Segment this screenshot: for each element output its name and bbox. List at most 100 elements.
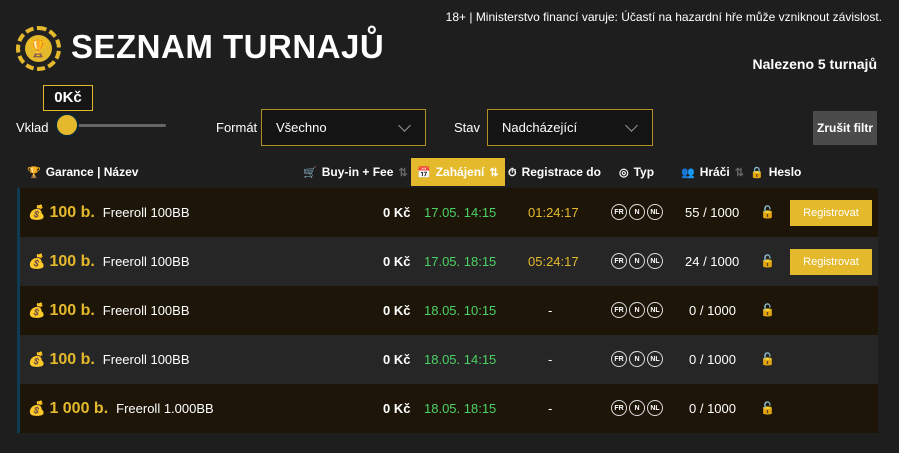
guarantee-cell: 💰 100 b. Freeroll 100BB bbox=[28, 286, 190, 335]
registration-deadline: 01:24:17 bbox=[528, 205, 579, 220]
guarantee-value: 100 b. bbox=[49, 351, 95, 368]
type-badge: FR bbox=[611, 351, 627, 367]
guarantee-cell: 💰 100 b. Freeroll 100BB bbox=[28, 335, 190, 384]
type-badge: NL bbox=[647, 400, 663, 416]
col-registration: ⏱ Registrace do bbox=[508, 158, 601, 186]
stav-select[interactable]: Nadcházející bbox=[487, 109, 653, 146]
money-bag-icon: 💰 bbox=[28, 302, 46, 318]
sort-icon: ⇅ bbox=[734, 167, 744, 179]
tournament-name[interactable]: Freeroll 100BB bbox=[103, 205, 190, 220]
type-badge: N bbox=[629, 302, 645, 318]
vklad-slider-thumb[interactable] bbox=[55, 113, 79, 137]
trophy-icon: 🏆 bbox=[27, 167, 41, 179]
col-start[interactable]: 📅 Zahájení ⇅ bbox=[411, 158, 505, 186]
guarantee-value: 1 000 b. bbox=[49, 400, 109, 417]
registration-deadline: - bbox=[548, 303, 553, 318]
cart-icon: 🛒 bbox=[303, 167, 317, 179]
type-badge: NL bbox=[647, 204, 663, 220]
vklad-value-box: 0Kč bbox=[43, 85, 93, 111]
type-badges: FR N NL bbox=[611, 400, 663, 417]
money-bag-icon: 💰 bbox=[28, 351, 46, 367]
type-badge: N bbox=[629, 400, 645, 416]
guarantee-value: 100 b. bbox=[49, 204, 95, 221]
tournament-name[interactable]: Freeroll 100BB bbox=[103, 303, 190, 318]
type-badge: FR bbox=[611, 204, 627, 220]
players-count: 55 / 1000 bbox=[685, 205, 740, 220]
tournament-name[interactable]: Freeroll 100BB bbox=[103, 352, 190, 367]
players-count: 0 / 1000 bbox=[689, 352, 736, 367]
col-password: 🔒 Heslo bbox=[750, 158, 801, 186]
table-row[interactable]: 💰 1 000 b. Freeroll 1.000BB 0 Kč 18.05. 18:1… bbox=[17, 384, 878, 433]
lock-icon: 🔒 bbox=[750, 167, 764, 179]
vklad-label: Vklad bbox=[16, 120, 49, 135]
reset-filter-button[interactable]: Zrušit filtr bbox=[813, 111, 877, 145]
type-badge: NL bbox=[647, 351, 663, 367]
register-button[interactable]: Registrovat bbox=[790, 200, 872, 226]
unlock-icon: 🔓 bbox=[760, 205, 775, 219]
unlock-icon: 🔓 bbox=[760, 303, 775, 317]
trophy-icon: 🏆 bbox=[25, 35, 52, 62]
type-badge: NL bbox=[647, 302, 663, 318]
table-row[interactable]: 💰 100 b. Freeroll 100BB 0 Kč 17.05. 18:15 05:… bbox=[17, 237, 878, 286]
sort-icon: ⇅ bbox=[398, 167, 408, 179]
type-badge: FR bbox=[611, 400, 627, 416]
guarantee-value: 100 b. bbox=[49, 253, 95, 270]
format-select-value: Všechno bbox=[276, 120, 327, 135]
sort-icon: ⇅ bbox=[489, 167, 499, 179]
table-row[interactable]: 💰 100 b. Freeroll 100BB 0 Kč 18.05. 10:15 - FR… bbox=[17, 286, 878, 335]
type-badges: FR N NL bbox=[611, 351, 663, 368]
register-button[interactable]: Registrovat bbox=[790, 249, 872, 275]
stav-label: Stav bbox=[454, 120, 481, 135]
buyin-value: 0 Kč bbox=[383, 303, 411, 318]
type-badges: FR N NL bbox=[611, 204, 663, 221]
registration-deadline: 05:24:17 bbox=[528, 254, 579, 269]
buyin-value: 0 Kč bbox=[383, 401, 411, 416]
tournament-name[interactable]: Freeroll 100BB bbox=[103, 254, 190, 269]
type-badge: N bbox=[629, 351, 645, 367]
money-bag-icon: 💰 bbox=[28, 253, 46, 269]
col-guarantee: 🏆 Garance | Název bbox=[27, 158, 138, 186]
stav-select-value: Nadcházející bbox=[502, 120, 578, 135]
buyin-value: 0 Kč bbox=[383, 205, 411, 220]
type-badge: N bbox=[629, 253, 645, 269]
table-row[interactable]: 💰 100 b. Freeroll 100BB 0 Kč 18.05. 14:15 - FR… bbox=[17, 335, 878, 384]
col-buyin[interactable]: 🛒 Buy-in + Fee ⇅ bbox=[303, 158, 408, 186]
col-type: ◎ Typ bbox=[619, 158, 654, 186]
money-bag-icon: 💰 bbox=[28, 204, 46, 220]
calendar-icon: 📅 bbox=[417, 167, 431, 179]
vklad-slider-track[interactable] bbox=[66, 124, 166, 127]
registration-deadline: - bbox=[548, 401, 553, 416]
buyin-value: 0 Kč bbox=[383, 352, 411, 367]
start-time: 17.05. 14:15 bbox=[424, 205, 497, 220]
guarantee-cell: 💰 100 b. Freeroll 100BB bbox=[28, 237, 190, 286]
type-badge: N bbox=[629, 204, 645, 220]
page-title: SEZNAM TURNAJŮ bbox=[71, 28, 385, 65]
players-count: 0 / 1000 bbox=[689, 303, 736, 318]
guarantee-cell: 💰 100 b. Freeroll 100BB bbox=[28, 188, 190, 237]
chip-icon: ◎ bbox=[619, 167, 629, 179]
registration-deadline: - bbox=[548, 352, 553, 367]
buyin-value: 0 Kč bbox=[383, 254, 411, 269]
results-count: Nalezeno 5 turnajů bbox=[752, 56, 877, 72]
chevron-down-icon bbox=[398, 119, 411, 132]
money-bag-icon: 💰 bbox=[28, 400, 46, 416]
chevron-down-icon bbox=[625, 119, 638, 132]
table-row[interactable]: 💰 100 b. Freeroll 100BB 0 Kč 17.05. 14:15 01:… bbox=[17, 188, 878, 237]
unlock-icon: 🔓 bbox=[760, 401, 775, 415]
players-count: 0 / 1000 bbox=[689, 401, 736, 416]
type-badges: FR N NL bbox=[611, 253, 663, 270]
players-count: 24 / 1000 bbox=[685, 254, 740, 269]
format-label: Formát bbox=[216, 120, 258, 135]
trophy-chip-logo: 🏆 bbox=[16, 26, 61, 71]
start-time: 17.05. 18:15 bbox=[424, 254, 497, 269]
format-select[interactable]: Všechno bbox=[261, 109, 426, 146]
type-badge: FR bbox=[611, 302, 627, 318]
tournament-name[interactable]: Freeroll 1.000BB bbox=[116, 401, 214, 416]
unlock-icon: 🔓 bbox=[760, 352, 775, 366]
table-header: 🏆 Garance | Název 🛒 Buy-in + Fee ⇅ 📅 Zahájen… bbox=[0, 158, 899, 186]
type-badges: FR N NL bbox=[611, 302, 663, 319]
col-players[interactable]: 👥 Hráči ⇅ bbox=[681, 158, 744, 186]
type-badge: NL bbox=[647, 253, 663, 269]
unlock-icon: 🔓 bbox=[760, 254, 775, 268]
type-badge: FR bbox=[611, 253, 627, 269]
